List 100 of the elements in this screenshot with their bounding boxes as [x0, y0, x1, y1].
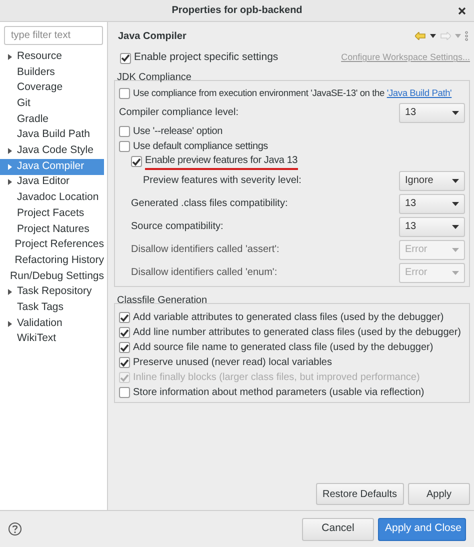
- checkbox-label: Add source file name to generated class file (used by the debugger): [133, 341, 434, 355]
- field-label: Disallow identifiers called 'enum':: [131, 266, 278, 280]
- tree-item-label: Java Compiler: [17, 158, 84, 174]
- checkbox[interactable]: [119, 387, 130, 398]
- checkbox[interactable]: [119, 342, 130, 353]
- checkbox[interactable]: [119, 327, 130, 338]
- checkbox-label: Add variable attributes to generated class files (used by the debugger): [133, 311, 444, 325]
- checkmark-icon: [132, 158, 141, 166]
- expand-arrow-icon[interactable]: [8, 289, 12, 296]
- tree-item-label: Refactoring History: [14, 252, 104, 268]
- dropdown[interactable]: 13: [399, 216, 465, 236]
- tree-item[interactable]: WikiText: [0, 331, 104, 348]
- tree-item[interactable]: Gradle: [0, 112, 104, 128]
- tree-item[interactable]: Java Editor: [0, 174, 104, 190]
- tree-item-label: Validation: [17, 316, 62, 331]
- java-build-path-link[interactable]: 'Java Build Path': [386, 88, 452, 98]
- caret-icon: [452, 110, 459, 114]
- checkbox[interactable]: [119, 357, 130, 368]
- filter-field[interactable]: type filter text: [4, 26, 103, 45]
- tree-item-label: Javadoc Location: [17, 190, 99, 206]
- help-icon[interactable]: [8, 522, 22, 536]
- dropdown-value: Error: [405, 266, 428, 280]
- tree-item[interactable]: Git: [0, 96, 104, 112]
- tree-item[interactable]: Coverage: [0, 80, 104, 96]
- checkmark-icon: [121, 54, 130, 62]
- dialog-button[interactable]: Apply: [408, 483, 470, 505]
- expand-arrow-icon[interactable]: [8, 164, 12, 170]
- dialog-button[interactable]: Apply and Close: [378, 518, 466, 540]
- field-label: Generated .class files compatibility:: [131, 197, 288, 211]
- tree-item-label: Git: [17, 96, 30, 112]
- tree-item-label: Project Facets: [17, 206, 84, 221]
- field-label: Disallow identifiers called 'assert':: [131, 243, 280, 257]
- tree-item[interactable]: Project Natures: [0, 222, 104, 238]
- tree-item[interactable]: Project Facets: [0, 206, 104, 222]
- checkbox[interactable]: [120, 52, 131, 64]
- tree-item-label: Task Tags: [17, 300, 64, 315]
- checkbox-label: Inline finally blocks (larger class files, but improved performance): [133, 371, 420, 385]
- dropdown-value: 13: [405, 220, 416, 234]
- checkbox[interactable]: [119, 126, 130, 137]
- checkbox-label: Enable preview features for Java 13: [145, 153, 298, 170]
- dialog-button[interactable]: Restore Defaults: [316, 483, 404, 505]
- dropdown[interactable]: Ignore: [399, 170, 465, 190]
- more-options-icon[interactable]: [465, 31, 468, 41]
- tree-item[interactable]: Resource: [0, 49, 104, 65]
- tree-item-label: Java Build Path: [17, 127, 90, 142]
- caret-icon: [452, 248, 459, 252]
- tree-item-label: Java Editor: [17, 174, 70, 190]
- caret-icon: [452, 178, 459, 182]
- field-label: Compiler compliance level:: [119, 106, 238, 120]
- expand-arrow-icon[interactable]: [8, 148, 12, 154]
- caret-icon: [452, 224, 459, 228]
- dropdown-value: 13: [405, 197, 416, 211]
- checkbox-label: Use '--release' option: [133, 125, 222, 139]
- checkbox-label: Add line number attributes to generated class files (used by the debugger): [133, 326, 461, 340]
- page-title: Java Compiler: [117, 30, 186, 44]
- checkbox-label: Preserve unused (never read) local variables: [133, 356, 332, 370]
- tree-item[interactable]: Refactoring History: [0, 252, 104, 269]
- checkbox-label: Use default compliance settings: [133, 140, 268, 154]
- tree-item-label: WikiText: [17, 331, 56, 346]
- dropdown-value: Ignore: [405, 174, 434, 188]
- tree-item-label: Resource: [17, 48, 62, 64]
- group-title: JDK Compliance: [116, 72, 192, 83]
- dropdown-value: Error: [405, 243, 428, 257]
- checkbox[interactable]: [119, 88, 130, 99]
- tree-item[interactable]: Javadoc Location: [0, 190, 104, 206]
- checkbox-label: Enable project specific settings: [134, 50, 278, 66]
- tree-item-label: Project Natures: [17, 222, 90, 237]
- group-title: Classfile Generation: [116, 295, 208, 306]
- expand-arrow-icon[interactable]: [8, 54, 12, 60]
- tree-item-label: Coverage: [17, 80, 63, 96]
- tree-item[interactable]: Task Repository: [0, 284, 104, 300]
- checkbox[interactable]: [131, 156, 142, 167]
- tree-item-label: Gradle: [17, 112, 49, 127]
- tree-item[interactable]: Java Build Path: [0, 127, 104, 144]
- tree-item[interactable]: Task Tags: [0, 300, 104, 316]
- expand-arrow-icon[interactable]: [8, 320, 12, 327]
- caret-icon: [452, 270, 459, 274]
- field-label: Source compatibility:: [131, 220, 224, 234]
- checkbox-label: Store information about method parameters (usable via reflection): [133, 386, 424, 400]
- caret-icon: [452, 202, 459, 206]
- tree-item-label: Java Code Style: [17, 143, 94, 158]
- tree-item[interactable]: Java Code Style: [0, 143, 104, 159]
- checkbox-label: Use compliance from execution environment 'JavaSE-13' on the 'Java Build Path': [133, 86, 452, 100]
- field-label: Preview features with severity level:: [143, 174, 302, 188]
- expand-arrow-icon[interactable]: [8, 179, 12, 186]
- dropdown[interactable]: 13: [399, 194, 465, 214]
- dropdown[interactable]: 13: [399, 102, 465, 122]
- tree-item[interactable]: Validation: [0, 316, 104, 332]
- tree-item[interactable]: Builders: [0, 64, 104, 80]
- tree-item[interactable]: Project References: [0, 237, 104, 253]
- dropdown-value: 13: [405, 106, 416, 120]
- tree-item-label: Builders: [17, 64, 55, 80]
- close-icon[interactable]: [458, 7, 466, 15]
- checkbox[interactable]: [119, 141, 130, 152]
- caret-icon[interactable]: [430, 34, 436, 38]
- tree-item-label: Project References: [14, 237, 104, 252]
- dialog-button[interactable]: Cancel: [302, 518, 374, 540]
- window-title: Properties for opb-backend: [172, 4, 302, 18]
- checkbox[interactable]: [119, 312, 130, 323]
- tree-item-label: Task Repository: [17, 284, 92, 300]
